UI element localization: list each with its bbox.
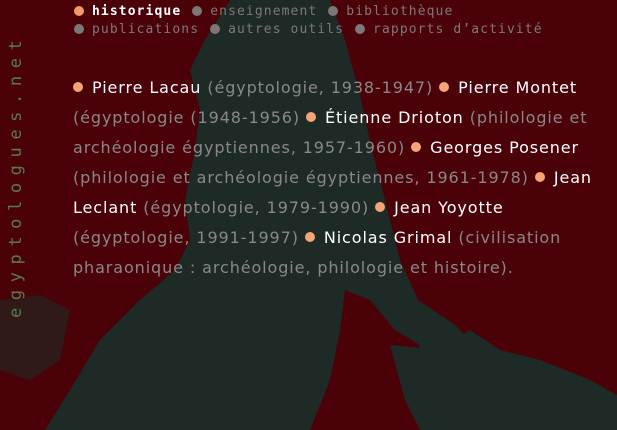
bullet-dot-icon	[210, 24, 221, 34]
nav-item-enseignement[interactable]: enseignement	[210, 4, 317, 19]
professor-name: Pierre Montet	[458, 78, 578, 97]
professor-detail: (égyptologie, 1991-1997)	[73, 228, 299, 247]
bullet-dot-icon	[304, 232, 315, 242]
professor-list: Pierre Lacau (égyptologie, 1938-1947) Pi…	[73, 73, 613, 283]
bullet-dot-icon	[411, 142, 422, 152]
bullet-dot-icon	[306, 112, 316, 122]
professor-name: Jean Yoyotte	[394, 198, 504, 217]
professor-name: Georges Posener	[430, 138, 579, 157]
bullet-dot-icon	[328, 6, 339, 16]
professor-detail: (philologie et archéologie égyptiennes, …	[73, 168, 529, 187]
professor-detail: (égyptologie (1948-1956)	[73, 108, 300, 127]
professor-name: Nicolas Grimal	[323, 228, 453, 247]
professor-detail: (égyptologie, 1979-1990)	[143, 198, 370, 217]
professor-detail: (égyptologie, 1938-1947)	[207, 78, 434, 97]
bullet-dot-icon	[192, 6, 203, 16]
bullet-dot-icon	[534, 172, 545, 182]
site-title[interactable]: egyptologues.net	[6, 33, 26, 318]
bullet-dot-icon	[439, 82, 450, 92]
bullet-dot-icon	[73, 82, 83, 92]
main-nav: historique enseignement bibliothèque pub…	[74, 3, 543, 39]
professor-name: Pierre Lacau	[92, 78, 202, 97]
nav-row-2: publications autres outils rapports d’ac…	[74, 21, 543, 39]
bullet-dot-icon	[355, 24, 366, 34]
nav-item-publications[interactable]: publications	[92, 22, 199, 37]
bullet-dot-icon	[375, 202, 386, 212]
nav-item-historique[interactable]: historique	[92, 4, 181, 19]
bullet-dot-icon	[74, 6, 84, 16]
bullet-dot-icon	[74, 24, 84, 34]
nav-item-autres-outils[interactable]: autres outils	[228, 22, 344, 37]
nav-row-1: historique enseignement bibliothèque	[74, 3, 543, 21]
nav-item-rapports-activite[interactable]: rapports d’activité	[373, 22, 543, 37]
nav-item-bibliotheque[interactable]: bibliothèque	[346, 4, 453, 19]
professor-name: Étienne Drioton	[325, 108, 464, 127]
